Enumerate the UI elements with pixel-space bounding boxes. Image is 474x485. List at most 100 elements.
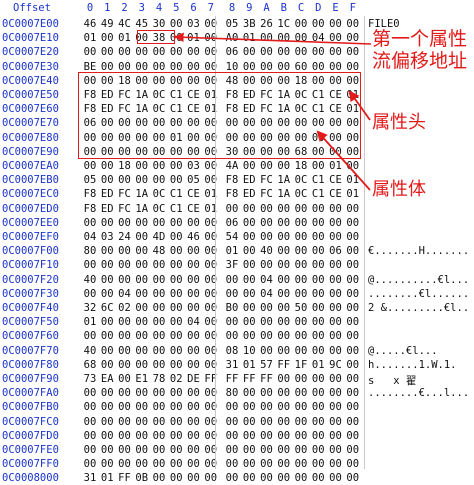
hex-byte[interactable]: 00: [345, 288, 361, 300]
hex-byte[interactable]: 00: [345, 472, 361, 484]
hex-byte[interactable]: 00: [276, 245, 292, 257]
hex-byte[interactable]: 00: [82, 444, 98, 456]
hex-byte[interactable]: 00: [328, 458, 344, 470]
hex-byte[interactable]: 00: [293, 416, 309, 428]
hex-byte[interactable]: 00: [203, 302, 219, 314]
hex-byte[interactable]: 00: [345, 387, 361, 399]
hex-byte[interactable]: 00: [259, 203, 275, 215]
hex-byte[interactable]: 00: [345, 160, 361, 172]
hex-byte[interactable]: 00: [293, 373, 309, 385]
hex-byte[interactable]: 00: [168, 174, 184, 186]
hex-byte[interactable]: 05: [224, 18, 240, 30]
hex-byte[interactable]: 00: [186, 288, 202, 300]
hex-byte[interactable]: 0C: [293, 188, 309, 200]
hex-byte[interactable]: 00: [241, 259, 257, 271]
hex-byte[interactable]: 3B: [241, 18, 257, 30]
hex-byte[interactable]: 00: [328, 18, 344, 30]
hex-byte[interactable]: 00: [82, 387, 98, 399]
hex-byte[interactable]: 00: [224, 444, 240, 456]
hex-byte[interactable]: 32: [82, 302, 98, 314]
hex-byte[interactable]: 00: [310, 387, 326, 399]
hex-byte[interactable]: 00: [224, 330, 240, 342]
hex-byte[interactable]: 00: [168, 46, 184, 58]
hex-byte[interactable]: F8: [224, 174, 240, 186]
hex-byte[interactable]: F8: [82, 203, 98, 215]
hex-byte[interactable]: 30: [151, 18, 167, 30]
hex-byte[interactable]: 00: [224, 274, 240, 286]
hex-byte[interactable]: 00: [259, 416, 275, 428]
hex-byte[interactable]: 40: [82, 345, 98, 357]
hex-byte[interactable]: 00: [99, 316, 115, 328]
hex-byte[interactable]: 00: [203, 174, 219, 186]
hex-byte[interactable]: 00: [328, 274, 344, 286]
hex-byte[interactable]: 00: [328, 32, 344, 44]
hex-byte[interactable]: 00: [117, 373, 133, 385]
hex-byte[interactable]: 01: [241, 32, 257, 44]
hex-byte[interactable]: 46: [82, 18, 98, 30]
hex-byte[interactable]: 06: [224, 46, 240, 58]
hex-byte[interactable]: 4C: [117, 18, 133, 30]
hex-byte[interactable]: 00: [168, 416, 184, 428]
hex-byte[interactable]: 45: [134, 18, 150, 30]
hex-byte[interactable]: 00: [134, 430, 150, 442]
hex-byte[interactable]: 00: [328, 387, 344, 399]
hex-byte[interactable]: 00: [99, 259, 115, 271]
hex-byte[interactable]: 00: [328, 345, 344, 357]
hex-byte[interactable]: 57: [259, 359, 275, 371]
hex-byte[interactable]: 6C: [99, 302, 115, 314]
hex-byte[interactable]: 00: [276, 231, 292, 243]
hex-byte[interactable]: 00: [293, 458, 309, 470]
hex-byte[interactable]: 00: [117, 274, 133, 286]
hex-byte[interactable]: 00: [276, 387, 292, 399]
hex-byte[interactable]: 00: [82, 288, 98, 300]
hex-byte[interactable]: 00: [134, 217, 150, 229]
hex-byte[interactable]: 1C: [276, 18, 292, 30]
hex-byte[interactable]: 00: [293, 288, 309, 300]
hex-byte[interactable]: B0: [224, 302, 240, 314]
hex-row[interactable]: 0C0007F50 01 00 00 00 00 00 04 00 00 00 00 00 00 00 00 0…: [0, 315, 474, 329]
hex-byte[interactable]: 00: [99, 458, 115, 470]
hex-byte[interactable]: 00: [168, 245, 184, 257]
hex-byte[interactable]: 00: [134, 160, 150, 172]
hex-byte[interactable]: 00: [99, 387, 115, 399]
hex-byte[interactable]: 00: [168, 316, 184, 328]
hex-byte[interactable]: 00: [345, 217, 361, 229]
hex-byte[interactable]: 06: [224, 217, 240, 229]
hex-byte[interactable]: 00: [186, 387, 202, 399]
hex-byte[interactable]: 00: [259, 32, 275, 44]
hex-byte[interactable]: 00: [117, 430, 133, 442]
hex-byte[interactable]: 00: [345, 345, 361, 357]
hex-byte[interactable]: 00: [203, 18, 219, 30]
hex-byte[interactable]: C1: [310, 188, 326, 200]
hex-byte[interactable]: 00: [259, 217, 275, 229]
hex-byte[interactable]: 00: [117, 217, 133, 229]
hex-byte[interactable]: 00: [117, 401, 133, 413]
hex-byte[interactable]: 00: [99, 416, 115, 428]
hex-byte[interactable]: 1A: [134, 203, 150, 215]
hex-byte[interactable]: 00: [186, 245, 202, 257]
hex-byte[interactable]: 00: [99, 217, 115, 229]
hex-byte[interactable]: 10: [241, 345, 257, 357]
hex-byte[interactable]: F8: [224, 188, 240, 200]
hex-byte[interactable]: 00: [241, 245, 257, 257]
hex-byte[interactable]: 00: [134, 231, 150, 243]
hex-byte[interactable]: FF: [241, 373, 257, 385]
hex-byte[interactable]: 03: [99, 231, 115, 243]
hex-byte[interactable]: 00: [168, 430, 184, 442]
hex-byte[interactable]: 00: [203, 217, 219, 229]
hex-byte[interactable]: 00: [168, 288, 184, 300]
hex-byte[interactable]: 00: [151, 316, 167, 328]
hex-byte[interactable]: C1: [310, 174, 326, 186]
hex-byte[interactable]: 46: [186, 231, 202, 243]
hex-byte[interactable]: 00: [259, 401, 275, 413]
hex-byte[interactable]: 00: [134, 416, 150, 428]
hex-byte[interactable]: 00: [241, 387, 257, 399]
hex-byte[interactable]: 00: [151, 416, 167, 428]
hex-byte[interactable]: 00: [99, 430, 115, 442]
hex-byte[interactable]: 00: [203, 416, 219, 428]
hex-byte[interactable]: 00: [276, 345, 292, 357]
hex-byte[interactable]: 02: [168, 373, 184, 385]
hex-byte[interactable]: 00: [134, 401, 150, 413]
hex-byte[interactable]: 00: [345, 46, 361, 58]
hex-byte[interactable]: 00: [168, 18, 184, 30]
